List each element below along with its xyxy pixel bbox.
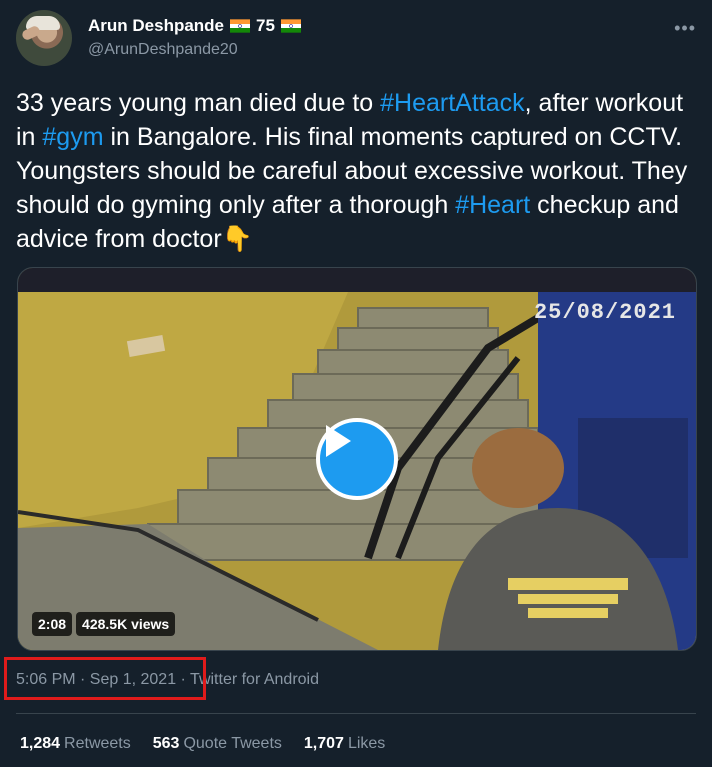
tweet-stats: 1,284 Retweets 563 Quote Tweets 1,707 Likes (20, 735, 385, 753)
hashtag-link[interactable]: #Heart (455, 191, 530, 219)
author-avatar[interactable] (16, 10, 72, 66)
author-handle[interactable]: @ArunDeshpande20 (88, 41, 238, 59)
tweet-header: Arun Deshpande 75 @ArunDeshpande20 ••• (16, 10, 696, 68)
author-name[interactable]: Arun Deshpande (88, 16, 224, 36)
tweet-text-segment: 33 years young man died due to (16, 89, 381, 117)
video-player[interactable]: 25/08/2021 2:08 428.5K views (17, 267, 697, 651)
tweet-text: 33 years young man died due to #HeartAtt… (16, 86, 696, 256)
author-badge-text: 75 (256, 16, 275, 35)
quotes-count: 563 (152, 735, 180, 752)
video-duration: 2:08 (32, 612, 73, 636)
quotes-label: Quote Tweets (183, 735, 282, 752)
tweet-source[interactable]: Twitter for Android (190, 671, 319, 688)
video-badges: 2:08 428.5K views (32, 612, 176, 636)
timestamp-highlight-box (4, 657, 206, 700)
more-options-icon[interactable]: ••• (674, 18, 696, 39)
divider (16, 713, 696, 714)
likes-stat[interactable]: 1,707 Likes (304, 735, 385, 753)
pointing-down-emoji: 👇 (221, 225, 253, 253)
video-views: 428.5K views (76, 612, 176, 636)
play-icon (326, 425, 351, 457)
hashtag-link[interactable]: #HeartAttack (380, 89, 525, 117)
retweets-stat[interactable]: 1,284 Retweets (20, 735, 131, 753)
hashtag-link[interactable]: #gym (42, 123, 103, 151)
play-button[interactable] (316, 418, 398, 500)
india-flag-icon (230, 19, 251, 33)
author-name-row[interactable]: Arun Deshpande 75 (88, 16, 301, 36)
likes-label: Likes (347, 735, 386, 752)
retweets-count: 1,284 (20, 735, 61, 752)
india-flag-icon (280, 19, 301, 33)
video-date-overlay: 25/08/2021 (533, 300, 676, 325)
retweets-label: Retweets (64, 735, 131, 752)
quote-tweets-stat[interactable]: 563 Quote Tweets (153, 735, 282, 753)
likes-count: 1,707 (303, 735, 344, 752)
